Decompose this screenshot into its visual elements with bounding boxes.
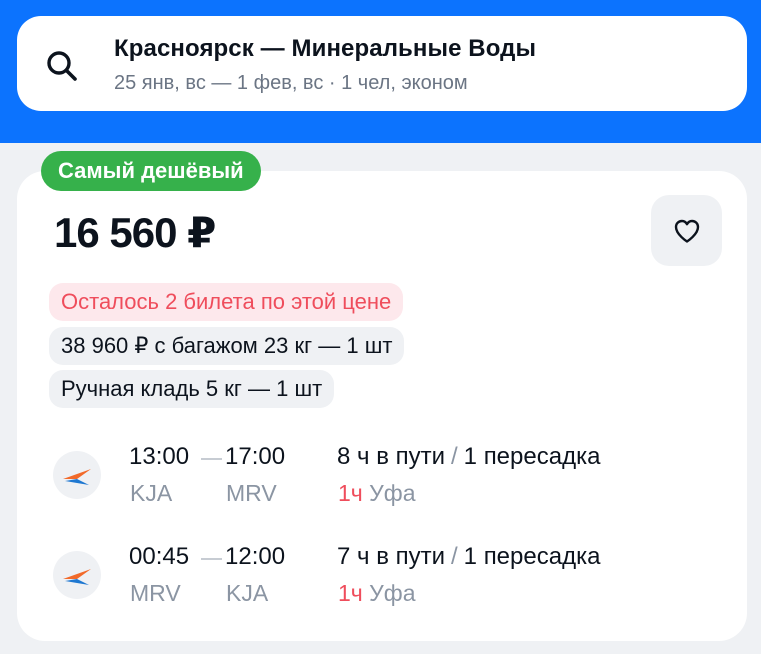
tickets-left-chip: Осталось 2 билета по этой цене bbox=[49, 283, 404, 321]
flight-duration: 8 ч в пути/1 пересадка bbox=[337, 443, 600, 471]
departure-time: 00:45 bbox=[129, 543, 190, 570]
departure-airport: MRV bbox=[130, 580, 181, 606]
layover-time: 1ч bbox=[338, 580, 363, 606]
departure-airport: KJA bbox=[130, 480, 173, 506]
arrival-airport: MRV bbox=[226, 480, 277, 506]
heart-icon bbox=[674, 219, 699, 243]
layover-info: 1ч Уфа bbox=[338, 580, 416, 607]
departure-time: 13:00 bbox=[129, 443, 190, 470]
arrival-time: 12:00 bbox=[225, 543, 286, 570]
layover-city: Уфа bbox=[369, 580, 416, 606]
baggage-offer-chip[interactable]: 38 960 ₽ с багажом 23 кг — 1 шт bbox=[49, 327, 405, 365]
layover-city: Уфа bbox=[369, 480, 416, 506]
duration-slash: / bbox=[451, 543, 458, 570]
duration-text: 8 ч в пути bbox=[337, 443, 445, 470]
flight-duration: 7 ч в пути/1 пересадка bbox=[337, 543, 600, 571]
stops-text: 1 пересадка bbox=[463, 543, 601, 570]
cheapest-badge: Самый дешёвый bbox=[41, 151, 261, 191]
flight-segment: 13:00 17:00 KJA MRV 8 ч в пути/1 пересад… bbox=[0, 443, 761, 513]
search-summary[interactable] bbox=[17, 16, 747, 111]
favorite-button[interactable] bbox=[651, 195, 722, 266]
search-details: 25 янв, вс — 1 фев, вс · 1 чел, эконом bbox=[114, 72, 468, 94]
route-title: Красноярск — Минеральные Воды bbox=[114, 35, 537, 62]
airline-logo-icon bbox=[53, 551, 101, 599]
layover-info: 1ч Уфа bbox=[338, 480, 416, 507]
time-separator bbox=[201, 458, 222, 460]
flight-segment: 00:45 12:00 MRV KJA 7 ч в пути/1 пересад… bbox=[0, 543, 761, 613]
search-icon[interactable] bbox=[42, 46, 82, 86]
layover-time: 1ч bbox=[338, 480, 363, 506]
duration-slash: / bbox=[451, 443, 458, 470]
airline-logo-icon bbox=[53, 451, 101, 499]
arrival-time: 17:00 bbox=[225, 443, 286, 470]
time-separator bbox=[201, 558, 222, 560]
stops-text: 1 пересадка bbox=[463, 443, 601, 470]
arrival-airport: KJA bbox=[226, 580, 269, 606]
duration-text: 7 ч в пути bbox=[337, 543, 445, 570]
ticket-price: 16 560 ₽ bbox=[54, 209, 216, 256]
hand-luggage-chip: Ручная кладь 5 кг — 1 шт bbox=[49, 370, 335, 408]
